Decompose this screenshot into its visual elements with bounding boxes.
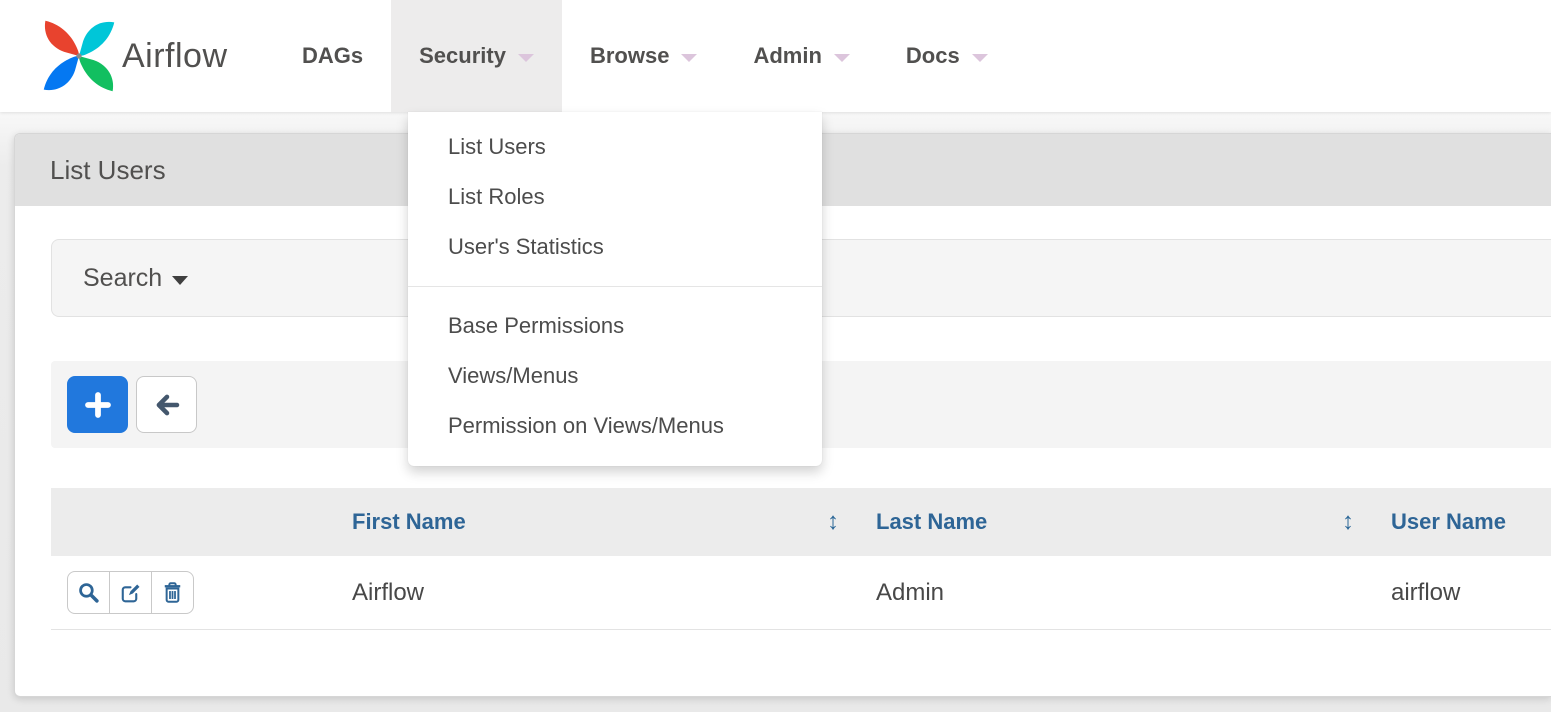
back-button[interactable]: [136, 376, 197, 433]
nav-item-label: Docs: [906, 43, 960, 69]
show-record-button[interactable]: [67, 571, 110, 614]
row-actions-cell: [51, 556, 341, 629]
column-label: Last Name: [876, 509, 987, 534]
magnifier-icon: [77, 581, 100, 604]
column-header-first-name[interactable]: First Name ↕: [341, 488, 861, 556]
main-nav: DAGs Security Browse Admin Docs: [274, 0, 1016, 112]
nav-item-browse[interactable]: Browse: [562, 0, 725, 112]
edit-record-button[interactable]: [109, 571, 152, 614]
caret-down-icon: [172, 276, 188, 285]
nav-item-label: Browse: [590, 43, 669, 69]
caret-down-icon: [834, 54, 850, 62]
menu-item-list-roles[interactable]: List Roles: [408, 172, 822, 222]
cell-first-name: Airflow: [341, 556, 861, 629]
security-dropdown-menu: List Users List Roles User's Statistics …: [408, 112, 822, 466]
menu-item-list-users[interactable]: List Users: [408, 122, 822, 172]
sort-icon[interactable]: ↕: [827, 488, 839, 556]
caret-down-icon: [518, 54, 534, 62]
cell-last-name: Admin: [861, 556, 1376, 629]
brand[interactable]: Airflow: [0, 0, 274, 112]
column-label: User Name: [1391, 509, 1506, 534]
column-header-last-name[interactable]: Last Name ↕: [861, 488, 1376, 556]
nav-item-label: Admin: [753, 43, 821, 69]
plus-icon: [83, 390, 113, 420]
airflow-logo-icon: [38, 15, 120, 97]
menu-item-base-permissions[interactable]: Base Permissions: [408, 301, 822, 351]
menu-item-users-statistics[interactable]: User's Statistics: [408, 222, 822, 272]
nav-item-admin[interactable]: Admin: [725, 0, 877, 112]
caret-down-icon: [972, 54, 988, 62]
sort-icon[interactable]: ↕: [1342, 488, 1354, 556]
left-arrow-icon: [152, 390, 182, 420]
nav-item-docs[interactable]: Docs: [878, 0, 1016, 112]
nav-item-dags[interactable]: DAGs: [274, 0, 391, 112]
menu-item-views-menus[interactable]: Views/Menus: [408, 351, 822, 401]
add-user-button[interactable]: [67, 376, 128, 433]
nav-item-label: Security: [419, 43, 506, 69]
trash-icon: [161, 581, 184, 604]
search-label: Search: [83, 264, 162, 293]
column-label: First Name: [352, 509, 466, 534]
page-title: List Users: [50, 155, 166, 185]
menu-item-permission-on-views-menus[interactable]: Permission on Views/Menus: [408, 401, 822, 451]
caret-down-icon: [681, 54, 697, 62]
users-table: First Name ↕ Last Name ↕ User Name: [51, 488, 1551, 630]
column-header-actions: [51, 488, 341, 556]
top-navbar: Airflow DAGs Security Browse Admin Docs: [0, 0, 1551, 112]
cell-user-name: airflow: [1376, 556, 1551, 629]
nav-item-label: DAGs: [302, 43, 363, 69]
edit-icon: [119, 581, 142, 604]
nav-item-security[interactable]: Security: [391, 0, 562, 112]
brand-name: Airflow: [122, 37, 228, 76]
menu-divider: [408, 286, 822, 287]
table-header-row: First Name ↕ Last Name ↕ User Name: [51, 488, 1551, 556]
row-action-group: [67, 571, 194, 614]
table-row: Airflow Admin airflow: [51, 556, 1551, 630]
delete-record-button[interactable]: [151, 571, 194, 614]
column-header-user-name[interactable]: User Name: [1376, 488, 1551, 556]
